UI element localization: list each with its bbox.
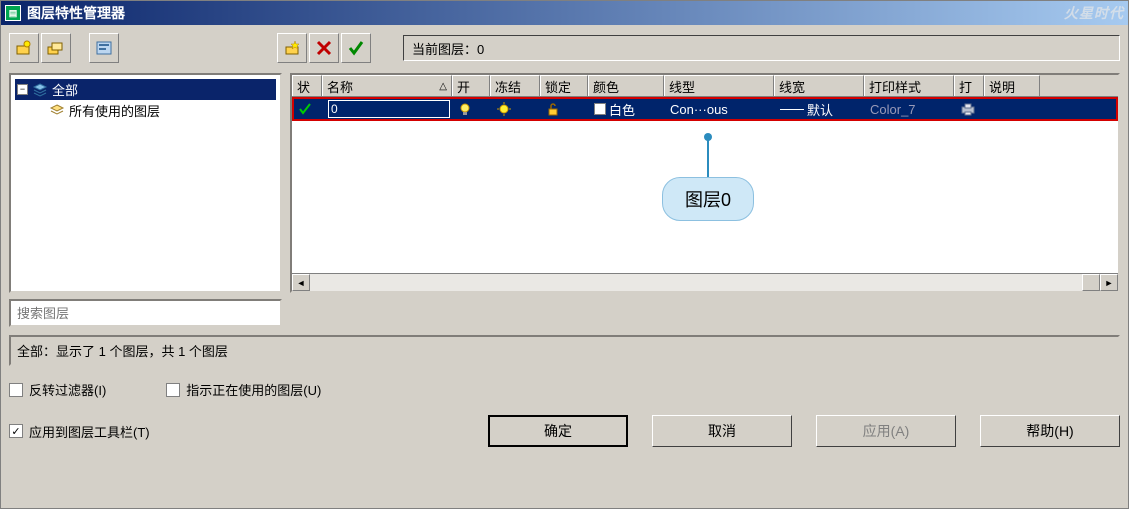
header-lock[interactable]: 锁定	[540, 75, 588, 96]
title-bar: ▤ 图层特性管理器 火星时代	[1, 1, 1128, 25]
horizontal-scrollbar[interactable]: ◄ ►	[292, 273, 1118, 291]
cell-plot[interactable]	[956, 102, 986, 116]
apply-button[interactable]: 应用(A)	[816, 415, 956, 447]
set-current-button[interactable]	[341, 33, 371, 63]
header-linetype[interactable]: 线型	[664, 75, 774, 96]
annotation-callout: 图层0	[662, 137, 754, 221]
tree-used-layers[interactable]: 所有使用的图层	[47, 100, 276, 121]
cell-lineweight[interactable]: 默认	[776, 100, 866, 119]
layer-row-0[interactable]: 白色 Con···ous 默认 Color_7	[292, 97, 1118, 121]
printer-icon	[960, 102, 976, 116]
cell-freeze[interactable]	[492, 101, 542, 117]
new-layer-button[interactable]	[277, 33, 307, 63]
scroll-track[interactable]	[310, 274, 1082, 291]
scroll-left-button[interactable]: ◄	[292, 274, 310, 291]
apply-toolbar-label: 应用到图层工具栏(T)	[29, 422, 150, 441]
status-line: 全部：显示了 1 个图层，共 1 个图层	[9, 335, 1120, 366]
window-title: 图层特性管理器	[27, 3, 1064, 23]
header-plot[interactable]: 打	[954, 75, 984, 96]
bulb-on-icon	[458, 102, 472, 116]
filter-tree[interactable]: − 全部 所有使用的图层	[9, 73, 282, 293]
callout-label: 图层0	[662, 177, 754, 221]
header-color[interactable]: 颜色	[588, 75, 664, 96]
current-layer-label: 当前图层：0	[412, 39, 484, 58]
header-freeze[interactable]: 冻结	[490, 75, 540, 96]
scroll-right-button[interactable]: ►	[1100, 274, 1118, 291]
header-on[interactable]: 开	[452, 75, 490, 96]
apply-toolbar-checkbox[interactable]: ✓ 应用到图层工具栏(T)	[9, 422, 150, 441]
header-lineweight[interactable]: 线宽	[774, 75, 864, 96]
grid-header: 状 名称△ 开 冻结 锁定 颜色 线型 线宽 打印样式 打 说明	[292, 75, 1118, 97]
new-group-filter-button[interactable]	[41, 33, 71, 63]
search-input[interactable]	[9, 299, 282, 327]
cell-plotstyle[interactable]: Color_7	[866, 102, 956, 117]
tree-root-label: 全部	[52, 80, 78, 99]
cell-color[interactable]: 白色	[590, 100, 666, 119]
header-status[interactable]: 状	[292, 75, 322, 96]
header-desc[interactable]: 说明	[984, 75, 1040, 96]
cell-linetype[interactable]: Con···ous	[666, 102, 776, 117]
cancel-button[interactable]: 取消	[652, 415, 792, 447]
indicate-used-checkbox[interactable]: 指示正在使用的图层(U)	[166, 380, 321, 399]
ok-button[interactable]: 确定	[488, 415, 628, 447]
cell-status[interactable]	[294, 102, 324, 116]
checkbox-icon	[9, 383, 23, 397]
expand-icon[interactable]: −	[17, 84, 28, 95]
sun-icon	[496, 101, 512, 117]
scroll-thumb[interactable]	[1082, 274, 1100, 291]
layers-icon	[32, 82, 48, 98]
color-swatch	[594, 103, 606, 115]
layer-name-input[interactable]	[328, 100, 450, 118]
tree-used-label: 所有使用的图层	[69, 101, 160, 120]
invert-filter-checkbox[interactable]: 反转过滤器(I)	[9, 380, 106, 399]
cell-name[interactable]	[324, 100, 454, 118]
layers-used-icon	[49, 103, 65, 119]
tree-root-all[interactable]: − 全部	[15, 79, 276, 100]
color-name: 白色	[609, 100, 635, 119]
header-plotstyle[interactable]: 打印样式	[864, 75, 954, 96]
unlock-icon	[546, 102, 560, 116]
invert-label: 反转过滤器(I)	[29, 380, 106, 399]
help-button[interactable]: 帮助(H)	[980, 415, 1120, 447]
delete-layer-button[interactable]	[309, 33, 339, 63]
checkbox-icon: ✓	[9, 424, 23, 438]
header-name[interactable]: 名称△	[322, 75, 452, 96]
cell-lock[interactable]	[542, 102, 590, 116]
watermark: 火星时代	[1064, 3, 1124, 23]
lineweight-preview	[780, 109, 804, 110]
layer-grid[interactable]: 状 名称△ 开 冻结 锁定 颜色 线型 线宽 打印样式 打 说明	[290, 73, 1120, 293]
lineweight-label: 默认	[807, 100, 833, 119]
app-icon: ▤	[5, 5, 21, 21]
checkbox-icon	[166, 383, 180, 397]
layer-states-button[interactable]	[89, 33, 119, 63]
current-layer-display: 当前图层：0	[403, 35, 1120, 61]
current-check-icon	[298, 102, 312, 116]
new-layer-filter-button[interactable]	[9, 33, 39, 63]
cell-on[interactable]	[454, 102, 492, 116]
indicate-used-label: 指示正在使用的图层(U)	[186, 380, 321, 399]
